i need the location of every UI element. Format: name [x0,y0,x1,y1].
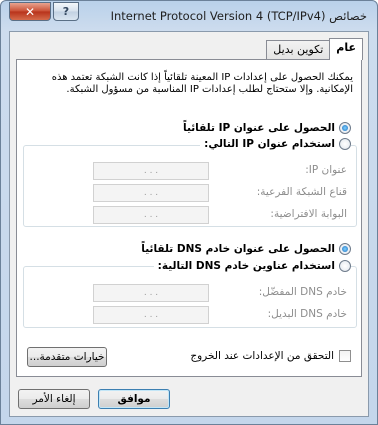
subnet-mask-value: . . . [143,188,159,198]
preferred-dns-input[interactable]: . . . [93,284,209,302]
obtain-ip-auto-label: الحصول على عنوان IP تلقائياً [183,122,335,134]
obtain-ip-auto-option[interactable]: الحصول على عنوان IP تلقائياً [183,122,351,134]
title-bar[interactable]: ✕ ? خصائص Internet Protocol Version 4 (T… [1,1,377,31]
use-ip-manual-option[interactable]: استخدام عنوان IP التالي: [200,138,351,150]
ip-address-value: . . . [143,166,159,176]
cancel-button[interactable]: إلغاء الأمر [18,389,90,409]
default-gateway-value: . . . [143,210,159,220]
ip-address-input[interactable]: . . . [93,162,209,180]
preferred-dns-value: . . . [143,288,159,298]
use-dns-manual-label: استخدام عناوين خادم DNS التالية: [157,260,335,272]
help-icon: ? [62,5,70,18]
subnet-mask-row: قناع الشبكة الفرعية: . . . [25,184,353,202]
obtain-dns-auto-option[interactable]: الحصول على عنوان خادم DNS تلقائياً [141,243,351,255]
subnet-mask-input[interactable]: . . . [93,184,209,202]
validate-on-exit-option[interactable]: التحقق من الإعدادات عند الخروج [190,350,351,362]
description-text: يمكنك الحصول على إعدادات IP المعينة تلقا… [51,72,353,95]
default-gateway-input[interactable]: . . . [93,206,209,224]
obtain-dns-auto-label: الحصول على عنوان خادم DNS تلقائياً [141,243,335,255]
validate-on-exit-label: التحقق من الإعدادات عند الخروج [190,350,334,362]
ok-button[interactable]: موافق [98,389,170,409]
advanced-button[interactable]: خيارات متقدمة... [27,347,107,367]
close-button[interactable]: ✕ [9,2,51,21]
help-button[interactable]: ? [53,2,79,21]
alternate-dns-label: خادم DNS البديل: [267,308,347,320]
general-tab-panel: يمكنك الحصول على إعدادات IP المعينة تلقا… [16,59,362,377]
alternate-dns-value: . . . [143,310,159,320]
dialog-window: ✕ ? خصائص Internet Protocol Version 4 (T… [0,0,378,425]
tab-alternate-configuration[interactable]: تكوين بديل [266,40,331,60]
subnet-mask-label: قناع الشبكة الفرعية: [256,186,347,198]
ip-address-label: عنوان IP: [305,164,347,176]
validate-on-exit-checkbox[interactable] [339,350,351,362]
tab-general[interactable]: عام [329,38,363,60]
default-gateway-label: البوابة الافتراضية: [270,208,347,220]
preferred-dns-row: خادم DNS المفضّل: . . . [25,284,353,302]
close-icon: ✕ [24,4,36,19]
obtain-ip-auto-radio[interactable] [339,122,351,134]
use-ip-manual-label: استخدام عنوان IP التالي: [204,138,335,150]
use-dns-manual-radio[interactable] [339,260,351,272]
alternate-dns-row: خادم DNS البديل: . . . [25,306,353,324]
window-title: خصائص Internet Protocol Version 4 (TCP/I… [110,9,367,23]
use-ip-manual-radio[interactable] [339,138,351,150]
preferred-dns-label: خادم DNS المفضّل: [258,286,347,298]
alternate-dns-input[interactable]: . . . [93,306,209,324]
tab-strip: عام تكوين بديل [266,38,363,60]
default-gateway-row: البوابة الافتراضية: . . . [25,206,353,224]
dialog-client-area: عام تكوين بديل يمكنك الحصول على إعدادات … [9,31,369,417]
use-dns-manual-option[interactable]: استخدام عناوين خادم DNS التالية: [153,260,351,272]
ip-address-row: عنوان IP: . . . [25,162,353,180]
obtain-dns-auto-radio[interactable] [339,243,351,255]
